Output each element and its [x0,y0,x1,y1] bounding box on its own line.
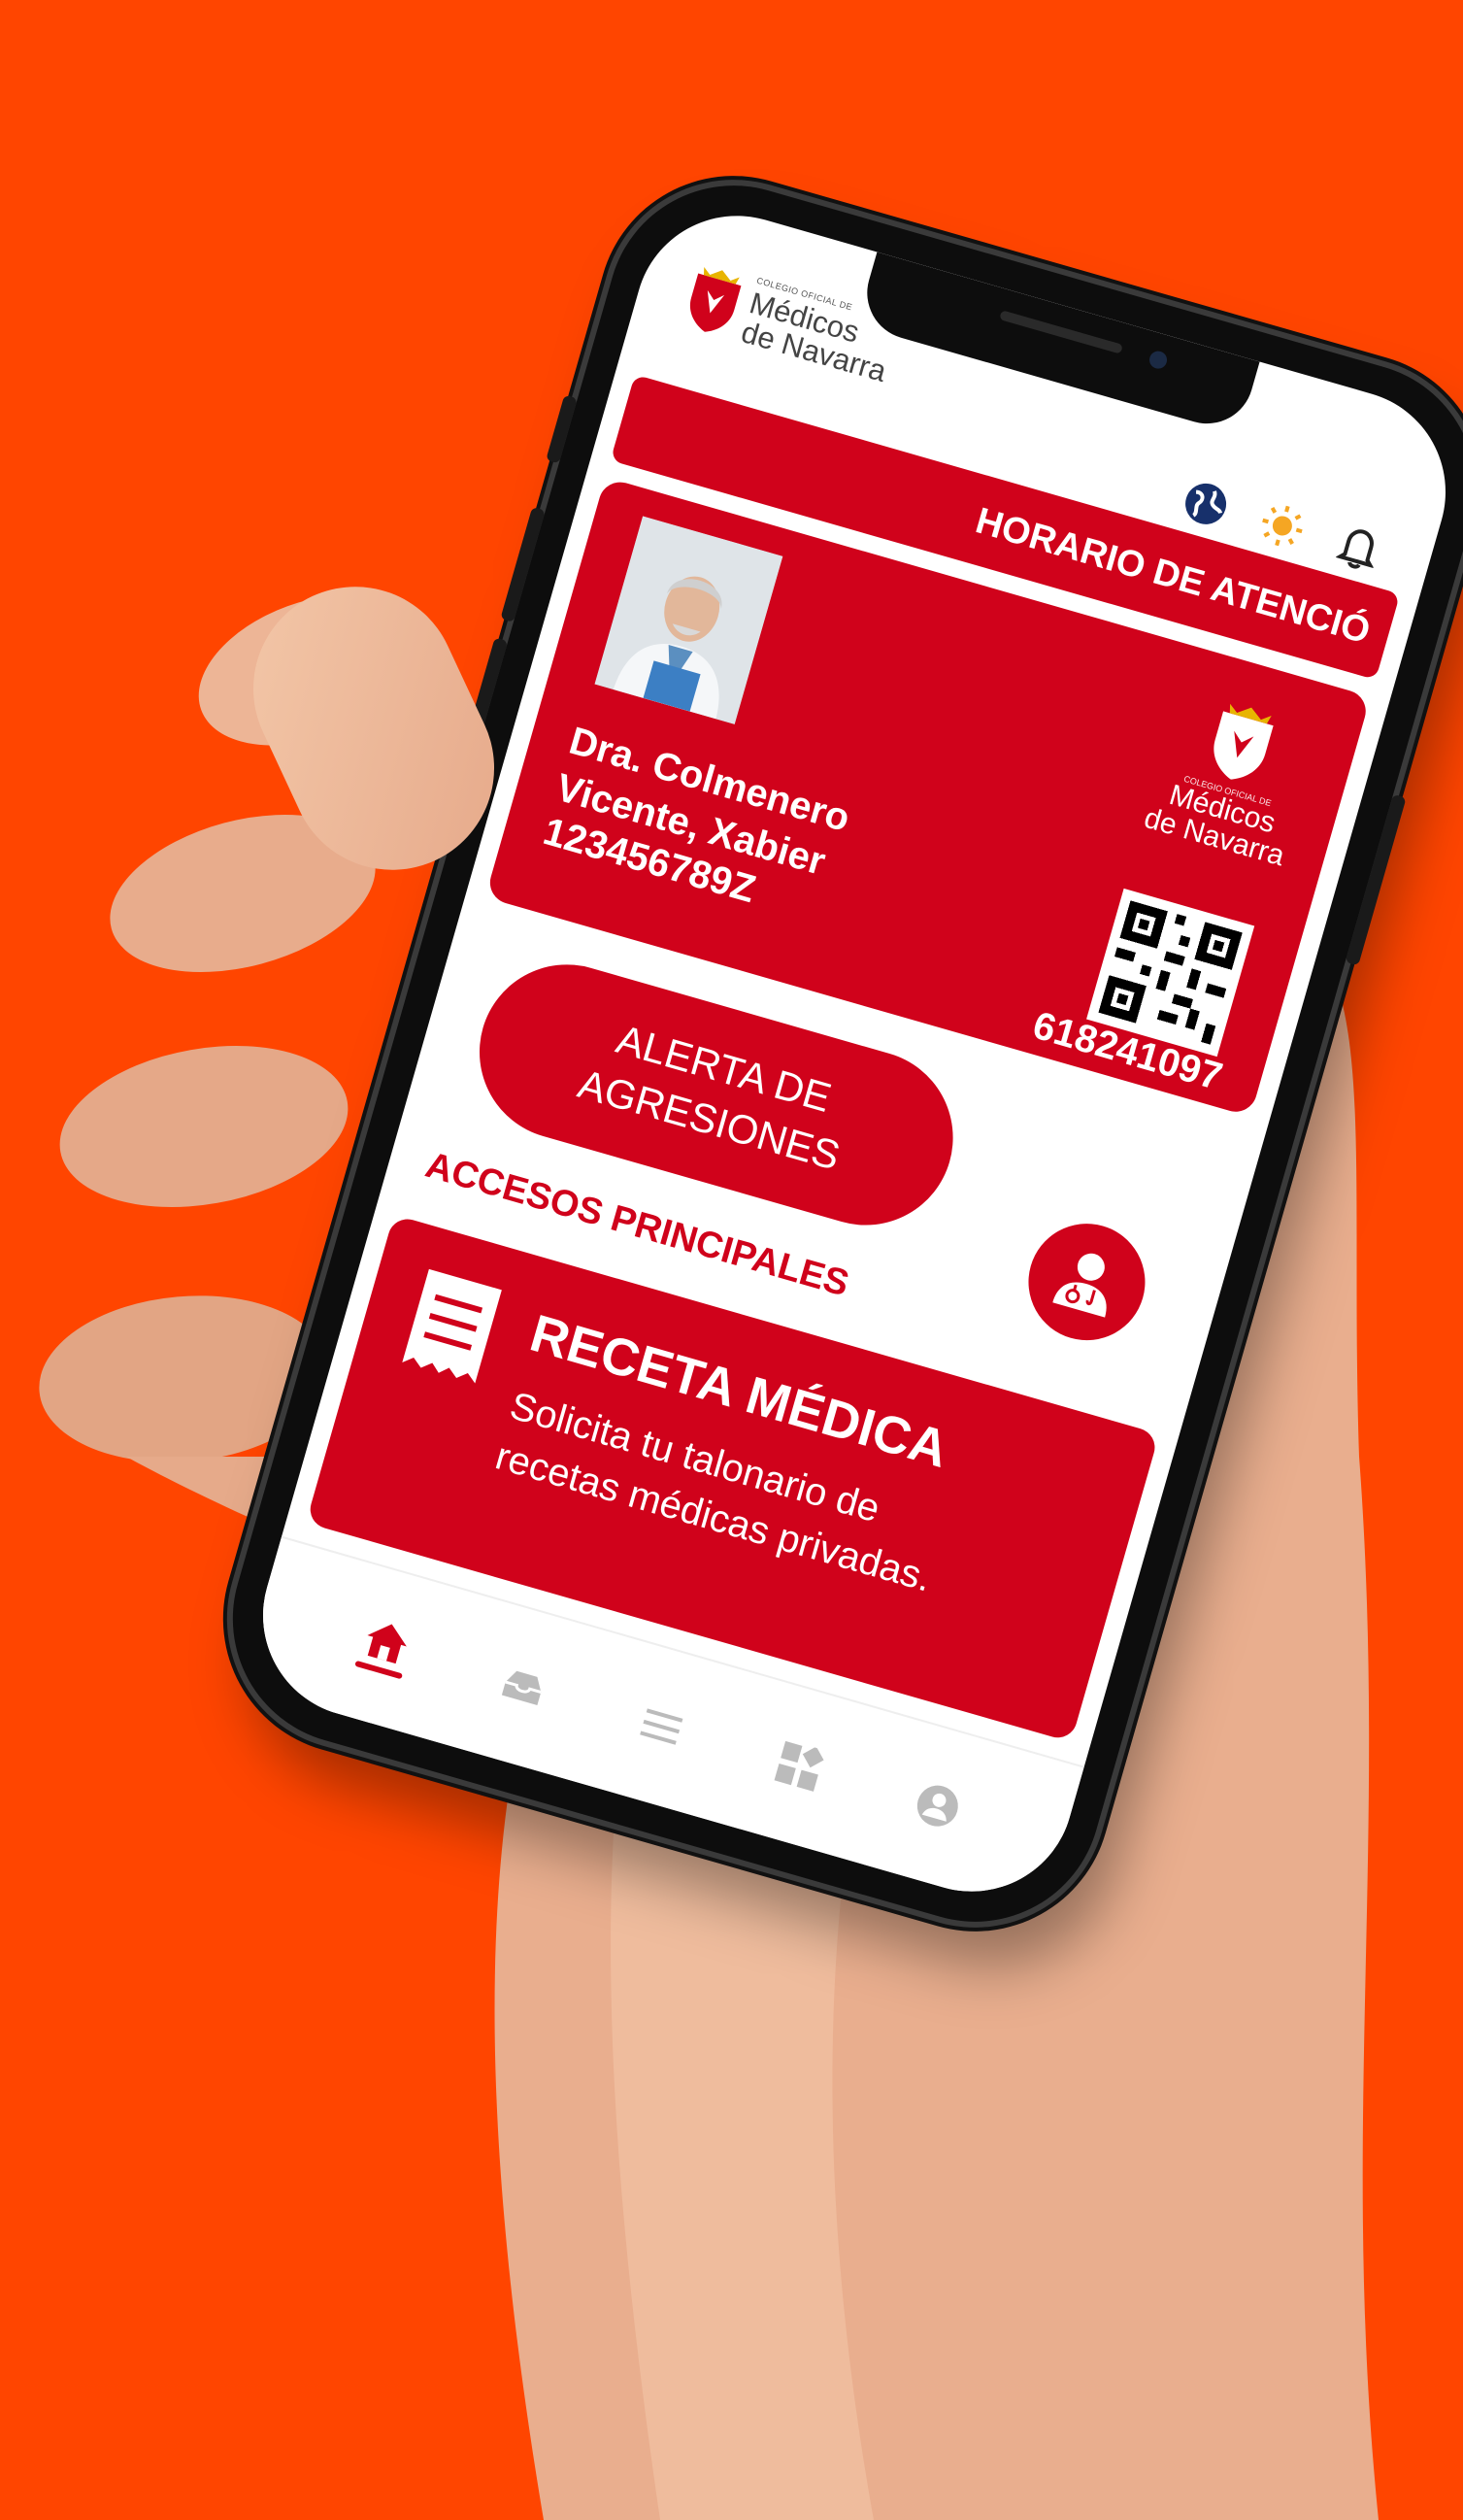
crest-icon [690,266,742,332]
alert-aggressions-label: ALERTA DE AGRESIONES [573,1016,846,1179]
nav-inbox[interactable] [482,1645,566,1730]
app-logo[interactable]: COLEGIO OFICIAL DE Médicos de Navarra [677,258,901,388]
doctor-photo [594,516,783,724]
card-crest-icon [1214,703,1274,780]
home-icon [367,1624,407,1664]
app-screen: COLEGIO OFICIAL DE Médicos de Navarra HO… [239,191,1463,1916]
receipt-icon [402,1268,502,1384]
nav-apps[interactable] [757,1725,842,1809]
nav-home[interactable] [343,1605,427,1690]
nav-profile[interactable] [896,1764,981,1848]
phone-device: COLEGIO OFICIAL DE Médicos de Navarra HO… [203,155,1463,1952]
globe-icon[interactable] [1177,475,1234,532]
card-logo: COLEGIO OFICIAL DE Médicos de Navarra [1140,683,1322,872]
sun-icon[interactable] [1253,497,1311,554]
menu-icon [640,1708,683,1745]
doctor-profile-button[interactable] [1014,1209,1159,1355]
nav-menu[interactable] [619,1685,704,1769]
profile-icon [916,1785,958,1827]
doctor-icon [1052,1253,1107,1318]
bell-icon[interactable] [1330,519,1387,576]
inbox-icon [501,1670,542,1705]
apps-icon [774,1740,824,1792]
